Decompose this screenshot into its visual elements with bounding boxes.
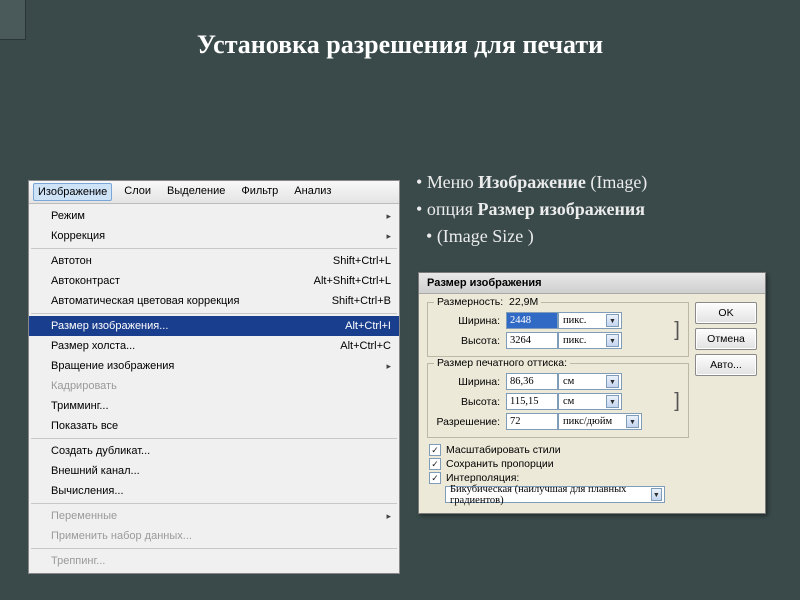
menu-item-label: Размер холста... [51,340,135,352]
menu-item[interactable]: Показать все [29,416,399,436]
menu-item[interactable]: Автотон Shift+Ctrl+L [29,251,399,271]
menu-item[interactable]: Вычисления... [29,481,399,501]
slide-title: Установка разрешения для печати [0,0,800,60]
menu-item: Треппинг... [29,551,399,571]
menu-shortcut: Alt+Ctrl+C [340,340,391,352]
bullet-2: опция Размер изображения [416,197,647,222]
check-scale-styles[interactable]: ✓Масштабировать стили [429,444,689,456]
pixel-dimensions-group: Размерность: 22,9M Ширина: пикс.▼ Высота… [427,302,689,357]
menu-shortcut: Alt+Ctrl+I [345,320,391,332]
menu-separator [31,438,397,439]
chevron-down-icon: ▼ [606,395,619,408]
menubar-item-filter[interactable]: Фильтр [237,183,282,201]
doc-width-input[interactable] [506,373,558,390]
menu-item-label: Автотон [51,255,92,267]
menu-item: Кадрировать [29,376,399,396]
menu-item-label: Создать дубликат... [51,445,150,457]
menu-shortcut: Alt+Shift+Ctrl+L [314,275,391,287]
main-menu: Изображение Слои Выделение Фильтр Анализ… [28,180,400,574]
menu-item[interactable]: Режим [29,206,399,226]
menu-item-label: Показать все [51,420,118,432]
menu-shortcut: Shift+Ctrl+B [332,295,391,307]
menu-item[interactable]: Создать дубликат... [29,441,399,461]
document-size-group: Размер печатного оттиска: Ширина: см▼ Вы… [427,363,689,438]
bullet-1: Меню Изображение (Image) [416,170,647,195]
link-icon: ] [672,390,682,413]
menu-separator [31,313,397,314]
menu-item-label: Вычисления... [51,485,124,497]
doc-height-unit[interactable]: см▼ [558,393,622,410]
doc-width-label: Ширина: [434,376,506,388]
menu-separator [31,248,397,249]
menu-item[interactable]: Коррекция [29,226,399,246]
pix-width-unit[interactable]: пикс.▼ [558,312,622,329]
interpolation-combo[interactable]: Бикубическая (наилучшая для плавных град… [445,486,665,503]
menu-item-label: Вращение изображения [51,360,174,372]
chevron-down-icon: ▼ [606,375,619,388]
pix-width-label: Ширина: [434,315,506,327]
menu-item-label: Размер изображения... [51,320,168,332]
pix-height-input[interactable] [506,332,558,349]
menu-item[interactable]: Автоматическая цветовая коррекция Shift+C… [29,291,399,311]
pix-width-input[interactable] [506,312,558,329]
auto-button[interactable]: Авто... [695,354,757,376]
ok-button[interactable]: OK [695,302,757,324]
menu-item-label: Кадрировать [51,380,117,392]
menu-item-label: Переменные [51,510,117,522]
doc-width-unit[interactable]: см▼ [558,373,622,390]
pix-height-label: Высота: [434,335,506,347]
menu-separator [31,503,397,504]
resolution-label: Разрешение: [434,416,506,428]
menubar-item-analysis[interactable]: Анализ [290,183,335,201]
bullet-3: (Image Size ) [426,224,647,249]
menubar-item-image[interactable]: Изображение [33,183,112,201]
menubar: Изображение Слои Выделение Фильтр Анализ [29,181,399,204]
menu-item[interactable]: Вращение изображения [29,356,399,376]
menu-item-label: Применить набор данных... [51,530,192,542]
menu-item-label: Автоматическая цветовая коррекция [51,295,239,307]
resolution-input[interactable] [506,413,558,430]
checkbox-icon: ✓ [429,472,441,484]
chevron-down-icon: ▼ [606,334,619,347]
menu-item-label: Режим [51,210,85,222]
menu-item[interactable]: Автоконтраст Alt+Shift+Ctrl+L [29,271,399,291]
dialog-title: Размер изображения [419,273,765,294]
menu-item[interactable]: Размер изображения... Alt+Ctrl+I [29,316,399,336]
checkbox-icon: ✓ [429,458,441,470]
doc-size-label: Размер печатного оттиска: [434,357,570,369]
menu-separator [31,548,397,549]
menu-item: Применить набор данных... [29,526,399,546]
menubar-item-select[interactable]: Выделение [163,183,229,201]
link-icon: ] [672,319,682,342]
menubar-item-layers[interactable]: Слои [120,183,155,201]
pixel-dim-size: 22,9M [509,296,538,308]
resolution-unit[interactable]: пикс/дюйм▼ [558,413,642,430]
menu-shortcut: Shift+Ctrl+L [333,255,391,267]
menu-item-label: Автоконтраст [51,275,120,287]
menu-item-label: Внешний канал... [51,465,140,477]
cancel-button[interactable]: Отмена [695,328,757,350]
doc-height-input[interactable] [506,393,558,410]
checkbox-icon: ✓ [429,444,441,456]
menu-item-label: Коррекция [51,230,105,242]
slide-tab-corner [0,0,26,40]
image-size-dialog: Размер изображения Размерность: 22,9M Ши… [418,272,766,514]
menu-item-label: Треппинг... [51,555,105,567]
pixel-dim-label: Размерность: [437,296,503,308]
chevron-down-icon: ▼ [606,314,619,327]
menu-item-label: Тримминг... [51,400,109,412]
menu-item: Переменные [29,506,399,526]
doc-height-label: Высота: [434,396,506,408]
pix-height-unit[interactable]: пикс.▼ [558,332,622,349]
bullet-list: Меню Изображение (Image) опция Размер из… [416,170,647,252]
menu-item[interactable]: Тримминг... [29,396,399,416]
menu-item[interactable]: Размер холста... Alt+Ctrl+C [29,336,399,356]
check-resample[interactable]: ✓Интерполяция: [429,472,689,484]
check-constrain[interactable]: ✓Сохранить пропорции [429,458,689,470]
chevron-down-icon: ▼ [651,488,662,501]
menu-item[interactable]: Внешний канал... [29,461,399,481]
chevron-down-icon: ▼ [626,415,639,428]
